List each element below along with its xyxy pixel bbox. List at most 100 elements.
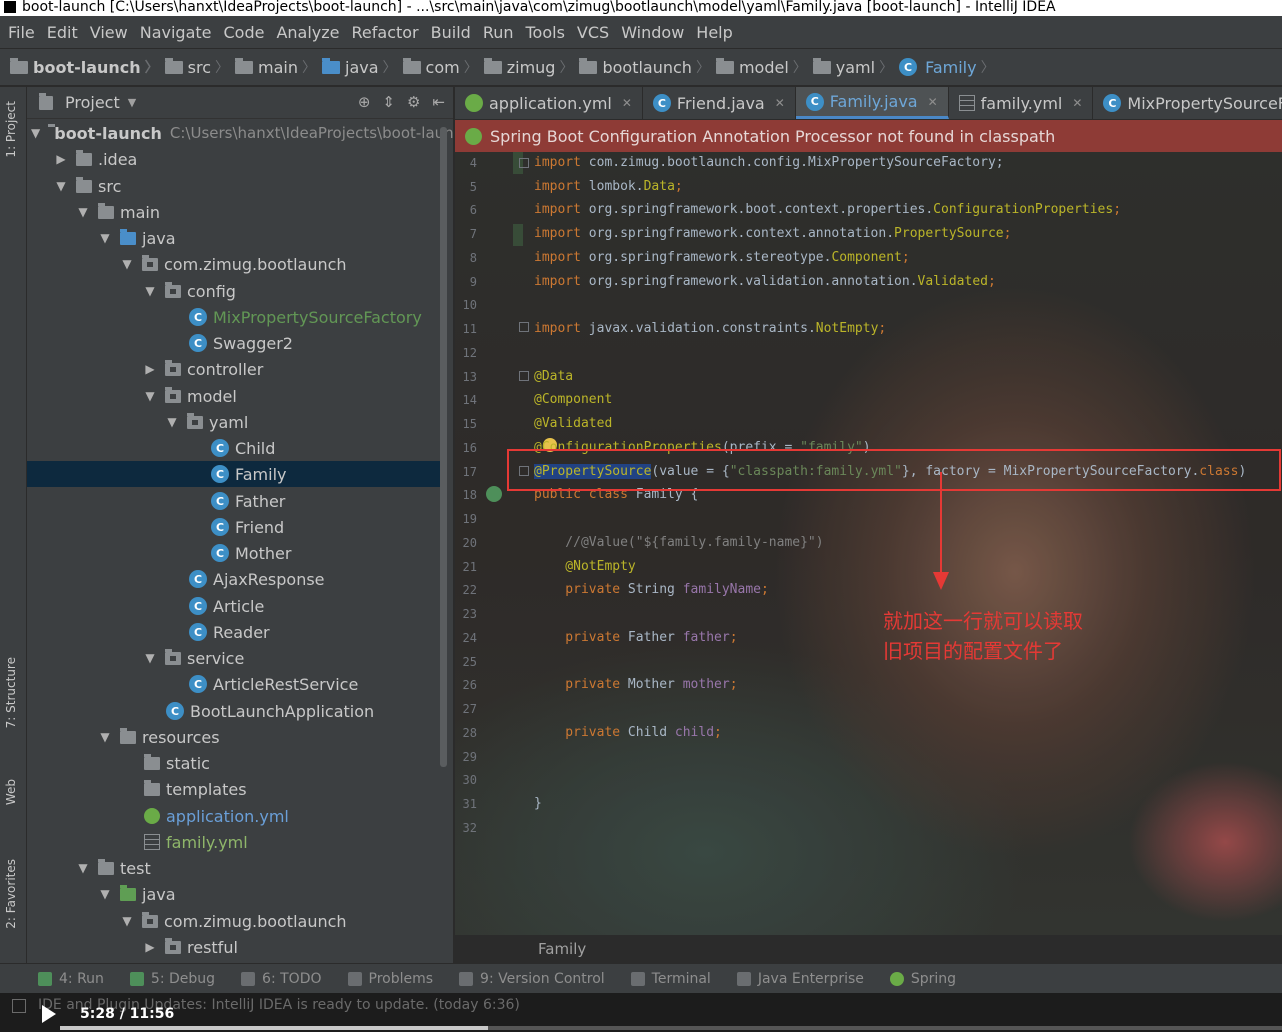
tree-item-family-yml[interactable]: family.yml xyxy=(27,829,441,855)
breadcrumb-item-java[interactable]: java 〉 xyxy=(322,57,403,77)
tree-item-restful[interactable]: ▶ restful xyxy=(27,934,441,960)
code-line-8[interactable]: import org.springframework.stereotype.Co… xyxy=(534,250,910,265)
project-panel-title[interactable]: Project xyxy=(65,93,120,112)
tool-spring[interactable]: Spring xyxy=(889,971,956,987)
tree-item-controller[interactable]: ▶ controller xyxy=(27,356,441,382)
tree-item-mixpropertysourcefactory[interactable]: C MixPropertySourceFactory xyxy=(27,304,441,330)
tree-item-articlerestservice[interactable]: C ArticleRestService xyxy=(27,671,441,697)
tree-item-main[interactable]: ▼ main xyxy=(27,199,441,225)
tool-java-enterprise[interactable]: Java Enterprise xyxy=(736,971,864,987)
fold-marker-icon[interactable] xyxy=(519,371,529,381)
tab-family-java[interactable]: C Family.java ✕ xyxy=(795,87,949,119)
tree-item-idea[interactable]: ▶ .idea xyxy=(27,146,441,172)
tree-item-service[interactable]: ▼ service xyxy=(27,645,441,671)
chevron-down-icon[interactable]: ▼ xyxy=(143,651,157,665)
menu-build[interactable]: Build xyxy=(427,23,475,42)
tool-tab-web[interactable]: Web xyxy=(4,779,24,805)
breadcrumb-item-com[interactable]: com 〉 xyxy=(402,57,484,77)
chevron-down-icon[interactable]: ▼ xyxy=(98,730,112,744)
tool-todo[interactable]: 6: TODO xyxy=(241,971,322,987)
menu-file[interactable]: File xyxy=(4,23,39,42)
menu-run[interactable]: Run xyxy=(479,23,518,42)
tool-debug[interactable]: 5: Debug xyxy=(129,971,215,987)
tree-item-boot-launch[interactable]: ▼ boot-launch C:\Users\hanxt\IdeaProjects\… xyxy=(27,120,453,146)
breadcrumb-item-model[interactable]: model 〉 xyxy=(715,57,813,77)
tree-item-test-java[interactable]: ▼ java xyxy=(27,881,441,907)
tree-item-model[interactable]: ▼ model xyxy=(27,383,441,409)
menu-help[interactable]: Help xyxy=(692,23,736,42)
chevron-down-icon[interactable]: ▼ xyxy=(76,205,90,219)
editor-breadcrumb-footer[interactable]: Family xyxy=(455,935,1282,963)
tree-item-father[interactable]: C Father xyxy=(27,488,441,514)
chevron-down-icon[interactable]: ▼ xyxy=(143,389,157,403)
menu-refactor[interactable]: Refactor xyxy=(348,23,423,42)
tool-tab-project[interactable]: 1: Project xyxy=(4,101,24,158)
tool-terminal[interactable]: Terminal xyxy=(630,971,711,987)
code-line-20[interactable]: //@Value("${family.family-name}") xyxy=(534,535,823,550)
code-line-7[interactable]: import org.springframework.context.annot… xyxy=(534,226,1011,241)
tree-item-article[interactable]: C Article xyxy=(27,593,441,619)
tool-tab-favorites[interactable]: 2: Favorites xyxy=(4,859,24,929)
code-line-31[interactable]: } xyxy=(534,796,542,811)
status-toggle-icon[interactable] xyxy=(12,999,26,1013)
chevron-down-icon[interactable]: ▼ xyxy=(54,179,68,193)
tree-item-child[interactable]: C Child xyxy=(27,435,441,461)
breadcrumb-item-boot-launch[interactable]: boot-launch 〉 xyxy=(10,57,165,77)
close-icon[interactable]: ✕ xyxy=(622,96,632,110)
tree-item-test-package[interactable]: ▼ com.zimug.bootlaunch xyxy=(27,908,441,934)
code-line-21[interactable]: @NotEmpty xyxy=(534,559,635,574)
tree-item-com-zimug-bootlaunch[interactable]: ▼ com.zimug.bootlaunch xyxy=(27,251,441,277)
chevron-down-icon[interactable]: ▼ xyxy=(143,284,157,298)
spring-bean-icon[interactable] xyxy=(486,486,502,502)
chevron-down-icon[interactable]: ▼ xyxy=(128,96,136,109)
close-icon[interactable]: ✕ xyxy=(775,96,785,110)
tree-item-resources[interactable]: ▼ resources xyxy=(27,724,441,750)
play-icon[interactable] xyxy=(42,1005,56,1023)
tree-item-ajaxresponse[interactable]: C AjaxResponse xyxy=(27,566,441,592)
chevron-down-icon[interactable]: ▼ xyxy=(165,415,179,429)
close-icon[interactable]: ✕ xyxy=(1072,96,1082,110)
breadcrumb-item-main[interactable]: main 〉 xyxy=(235,57,322,77)
breadcrumb-item-bootlaunch[interactable]: bootlaunch 〉 xyxy=(579,57,715,77)
tree-item-java[interactable]: ▼ java xyxy=(27,225,441,251)
chevron-down-icon[interactable]: ▼ xyxy=(98,231,112,245)
chevron-down-icon[interactable]: ▼ xyxy=(120,257,134,271)
tree-item-friend[interactable]: C Friend xyxy=(27,514,441,540)
tab-mixpropertysourcefactory[interactable]: CMixPropertySourceFactory.ja xyxy=(1093,87,1282,119)
chevron-right-icon[interactable]: ▶ xyxy=(143,940,157,954)
chevron-right-icon[interactable]: ▶ xyxy=(143,362,157,376)
code-line-4[interactable]: import com.zimug.bootlaunch.config.MixPr… xyxy=(534,155,1004,170)
chevron-down-icon[interactable]: ▼ xyxy=(120,914,134,928)
tab-application-yml[interactable]: application.yml ✕ xyxy=(455,87,643,119)
chevron-right-icon[interactable]: ▶ xyxy=(54,152,68,166)
code-line-28[interactable]: private Child child; xyxy=(534,725,722,740)
code-line-11[interactable]: import javax.validation.constraints.NotE… xyxy=(534,321,886,336)
code-line-24[interactable]: private Father father; xyxy=(534,630,737,645)
tree-item-family[interactable]: C Family xyxy=(27,461,441,487)
code-line-5[interactable]: import lombok.Data; xyxy=(534,179,683,194)
tree-item-application-yml[interactable]: application.yml xyxy=(27,803,441,829)
code-line-6[interactable]: import org.springframework.boot.context.… xyxy=(534,202,1121,217)
locate-target-icon[interactable]: ⊕ xyxy=(358,93,371,111)
tool-problems[interactable]: Problems xyxy=(347,971,433,987)
tool-version-control[interactable]: 9: Version Control xyxy=(459,971,605,987)
gear-icon[interactable]: ⚙ xyxy=(407,93,420,111)
project-scrollbar[interactable] xyxy=(440,127,447,767)
chevron-down-icon[interactable]: ▼ xyxy=(98,887,112,901)
tree-item-src[interactable]: ▼ src xyxy=(27,173,441,199)
tree-item-mother[interactable]: C Mother xyxy=(27,540,441,566)
menu-tools[interactable]: Tools xyxy=(522,23,569,42)
menu-window[interactable]: Window xyxy=(617,23,688,42)
tree-item-bootlaunchapplication[interactable]: C BootLaunchApplication xyxy=(27,698,441,724)
code-line-26[interactable]: private Mother mother; xyxy=(534,677,737,692)
menu-code[interactable]: Code xyxy=(220,23,269,42)
collapse-all-icon[interactable]: ⇕ xyxy=(382,93,395,111)
code-line-14[interactable]: @Component xyxy=(534,392,612,407)
tree-item-config[interactable]: ▼ config xyxy=(27,278,441,304)
tree-item-static[interactable]: static xyxy=(27,750,441,776)
menu-navigate[interactable]: Navigate xyxy=(136,23,216,42)
code-line-9[interactable]: import org.springframework.validation.an… xyxy=(534,274,996,289)
chevron-down-icon[interactable]: ▼ xyxy=(76,861,90,875)
menu-analyze[interactable]: Analyze xyxy=(272,23,343,42)
breadcrumb-item-zimug[interactable]: zimug 〉 xyxy=(483,57,580,77)
